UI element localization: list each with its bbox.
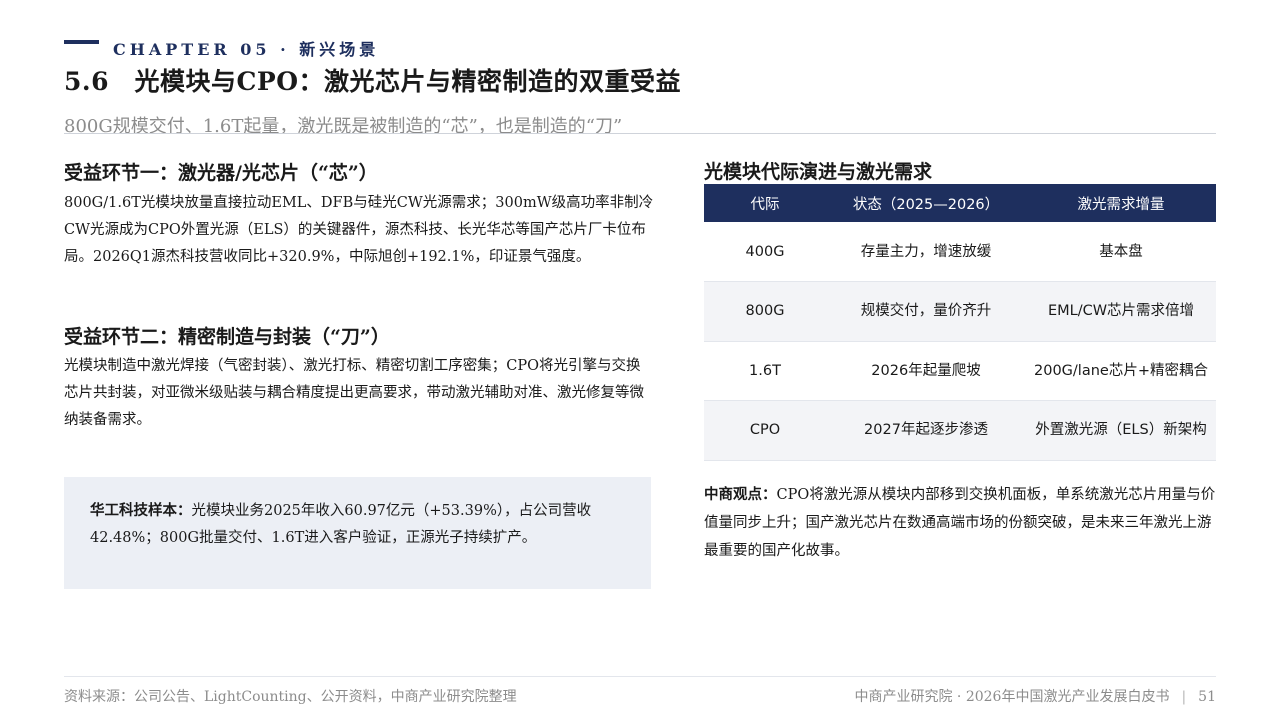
table-header-demand: 激光需求增量 [1026, 184, 1216, 222]
table-cell: 1.6T [704, 341, 826, 401]
table-row: 400G 存量主力，增速放缓 基本盘 [704, 222, 1216, 282]
viewpoint-text: CPO将激光源从模块内部移到交换机面板，单系统激光芯片用量与价值量同步上升；国产… [704, 487, 1216, 559]
section-body-chip: 800G/1.6T光模块放量直接拉动EML、DFB与硅光CW光源需求；300mW… [64, 195, 654, 265]
page-subtitle: 800G规模交付、1.6T起量，激光既是被制造的“芯”，也是制造的“刀” [64, 116, 623, 137]
sample-lead: 华工科技样本： [90, 502, 192, 519]
table-cell: 外置激光源（ELS）新架构 [1026, 400, 1216, 461]
table-row: 800G 规模交付，量价齐升 EML/CW芯片需求倍增 [704, 281, 1216, 342]
chapter-label: CHAPTER 05 · 新兴场景 [113, 40, 380, 59]
table-cell: CPO [704, 400, 826, 461]
table-cell: 2026年起量爬坡 [826, 341, 1026, 401]
company-sample-callout: 华工科技样本：光模块业务2025年收入60.97亿元（+53.39%），占公司营… [64, 477, 651, 589]
table-header-generation: 代际 [704, 184, 826, 222]
table-header-status: 状态（2025—2026） [826, 184, 1026, 222]
footer-divider [64, 676, 1216, 677]
table-row: CPO 2027年起逐步渗透 外置激光源（ELS）新架构 [704, 400, 1216, 461]
table-cell: 800G [704, 281, 826, 342]
viewpoint-lead: 中商观点： [704, 486, 777, 503]
header-divider [64, 133, 1216, 134]
page-number: 51 [1198, 689, 1216, 705]
viewpoint-paragraph: 中商观点：CPO将激光源从模块内部移到交换机面板，单系统激光芯片用量与价值量同步… [704, 481, 1218, 565]
table-cell: 存量主力，增速放缓 [826, 222, 1026, 282]
footer-source: 资料来源：公司公告、LightCounting、公开资料，中商产业研究院整理 [64, 689, 517, 705]
table-cell: 2027年起逐步渗透 [826, 400, 1026, 461]
table-cell: 200G/lane芯片+精密耦合 [1026, 341, 1216, 401]
table-cell: 400G [704, 222, 826, 282]
footer-publication: 中商产业研究院 · 2026年中国激光产业发展白皮书 | 51 [854, 686, 1216, 706]
publication-name: 中商产业研究院 · 2026年中国激光产业发展白皮书 [854, 689, 1170, 705]
section-heading-packaging: 受益环节二：精密制造与封装（“刀”） [64, 326, 390, 348]
table-cell: 基本盘 [1026, 222, 1216, 282]
table-header-row: 代际 状态（2025—2026） 激光需求增量 [704, 184, 1216, 222]
section-body-packaging: 光模块制造中激光焊接（气密封装）、激光打标、精密切割工序密集；CPO将光引擎与交… [64, 358, 644, 428]
table-row: 1.6T 2026年起量爬坡 200G/lane芯片+精密耦合 [704, 341, 1216, 401]
page-title: 5.6 光模块与CPO：激光芯片与精密制造的双重受益 [64, 67, 681, 96]
table-cell: 规模交付，量价齐升 [826, 281, 1026, 342]
table-cell: EML/CW芯片需求倍增 [1026, 281, 1216, 342]
generation-table: 代际 状态（2025—2026） 激光需求增量 400G 存量主力，增速放缓 基… [704, 184, 1216, 461]
table-title: 光模块代际演进与激光需求 [704, 161, 933, 183]
chapter-accent-bar [64, 40, 99, 44]
footer-separator: | [1181, 689, 1187, 705]
section-heading-chip: 受益环节一：激光器/光芯片（“芯”） [64, 162, 378, 184]
